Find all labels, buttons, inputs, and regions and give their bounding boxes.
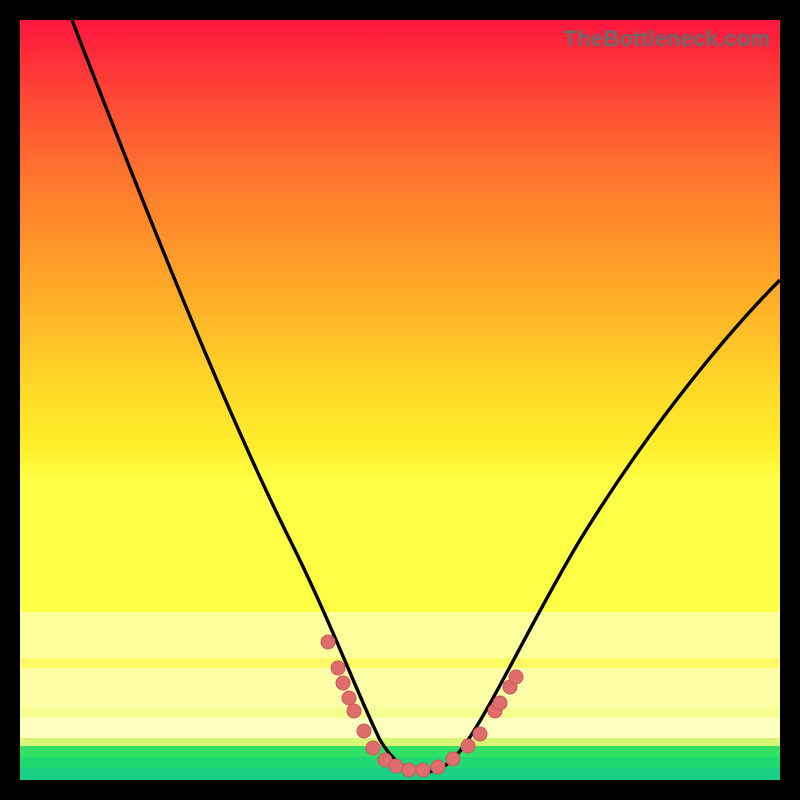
curve-svg xyxy=(20,20,780,780)
marker xyxy=(336,676,350,690)
watermark-text: TheBottleneck.com xyxy=(564,26,770,52)
marker xyxy=(342,691,356,705)
marker xyxy=(402,763,416,777)
markers-group xyxy=(321,635,523,777)
marker xyxy=(509,670,523,684)
marker xyxy=(461,739,475,753)
marker xyxy=(416,763,430,777)
plot-area: TheBottleneck.com xyxy=(20,20,780,780)
marker xyxy=(366,741,380,755)
marker xyxy=(331,661,345,675)
bottleneck-curve-path xyxy=(72,20,780,772)
marker xyxy=(446,752,460,766)
marker xyxy=(347,704,361,718)
marker xyxy=(493,696,507,710)
marker xyxy=(431,760,445,774)
marker xyxy=(389,759,403,773)
chart-frame: TheBottleneck.com xyxy=(20,20,780,780)
marker xyxy=(321,635,335,649)
marker xyxy=(357,724,371,738)
marker xyxy=(473,727,487,741)
